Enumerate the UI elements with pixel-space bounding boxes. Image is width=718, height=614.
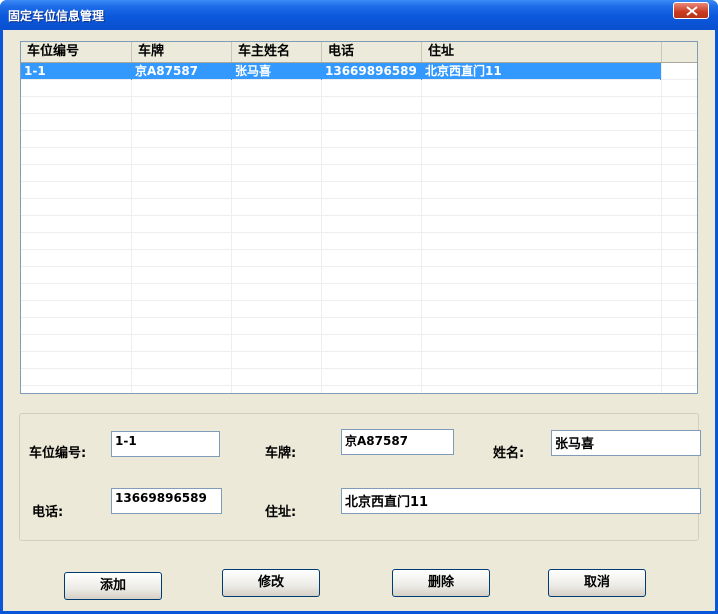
cell-phone: 13669896589 [322,63,422,80]
add-button[interactable]: 添加 [64,572,162,600]
column-header-plate[interactable]: 车牌 [132,42,232,62]
parking-space-list[interactable]: 车位编号 车牌 车主姓名 电话 住址 1-1 京A87587 张马喜 13669… [20,41,698,394]
space-no-field[interactable]: 1-1 [111,431,220,457]
name-field[interactable]: 张马喜 [551,430,701,456]
cell-address: 北京西直门11 [422,63,661,80]
dialog-body: 车位编号 车牌 车主姓名 电话 住址 1-1 京A87587 张马喜 13669… [3,30,715,611]
column-header-filler [662,42,697,62]
title-bar[interactable]: 固定车位信息管理 [0,0,718,30]
cell-space-no: 1-1 [21,63,132,80]
table-row[interactable]: 1-1 京A87587 张马喜 13669896589 北京西直门11 [21,63,661,80]
grid-col-line [131,63,132,393]
label-phone: 电话: [32,505,64,520]
grid-col-line [421,63,422,393]
cell-owner: 张马喜 [232,63,322,80]
dialog-window: 固定车位信息管理 车位编号 车牌 车主姓名 电话 住址 1-1 京A87587 … [0,0,718,614]
grid-col-line [321,63,322,393]
edit-button[interactable]: 修改 [222,569,320,597]
window-title: 固定车位信息管理 [8,9,105,23]
label-plate: 车牌: [265,446,297,461]
list-rows: 1-1 京A87587 张马喜 13669896589 北京西直门11 [21,63,697,80]
label-name: 姓名: [493,446,525,461]
list-header: 车位编号 车牌 车主姓名 电话 住址 [21,42,697,63]
delete-button[interactable]: 删除 [392,569,490,597]
column-header-address[interactable]: 住址 [422,42,662,62]
grid-col-line [231,63,232,393]
address-field[interactable]: 北京西直门11 [341,488,701,514]
grid-lines [21,63,697,393]
cancel-button[interactable]: 取消 [548,569,646,597]
phone-field[interactable]: 13669896589 [111,488,222,514]
close-button[interactable] [673,2,709,19]
grid-col-line [661,63,662,393]
plate-field[interactable]: 京A87587 [341,429,454,455]
close-icon [686,6,698,16]
column-header-phone[interactable]: 电话 [322,42,422,62]
label-space-no: 车位编号: [29,446,87,461]
cell-plate: 京A87587 [132,63,232,80]
column-header-space-no[interactable]: 车位编号 [21,42,132,62]
column-header-owner[interactable]: 车主姓名 [232,42,322,62]
label-address: 住址: [265,505,297,520]
